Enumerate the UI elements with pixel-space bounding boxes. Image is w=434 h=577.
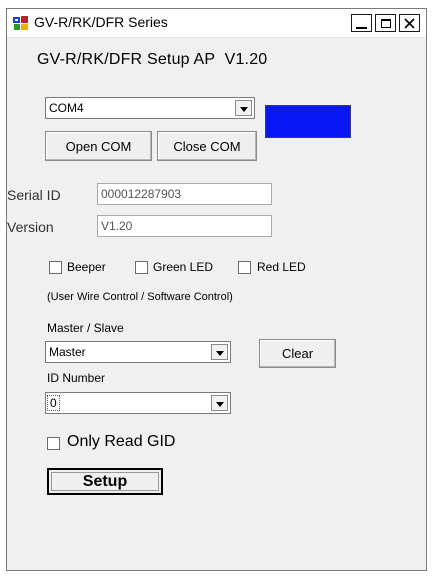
red-led-checkbox[interactable] [238, 261, 251, 274]
app-icon [13, 16, 28, 30]
title-bar[interactable]: GV-R/RK/DFR Series [7, 9, 426, 38]
green-led-label: Green LED [153, 260, 214, 274]
maximize-icon [380, 18, 391, 28]
window-title: GV-R/RK/DFR Series [34, 14, 168, 30]
beeper-checkbox[interactable] [49, 261, 62, 274]
only-read-gid-label: Only Read GID [67, 433, 176, 450]
version-field[interactable]: V1.20 [97, 215, 272, 237]
app-name: GV-R/RK/DFR Setup AP [37, 51, 216, 68]
serial-id-label: Serial ID [7, 187, 61, 203]
version-label: Version [7, 219, 54, 235]
setup-button[interactable]: Setup [47, 468, 163, 495]
maximize-button[interactable] [375, 14, 396, 32]
page-title: GV-R/RK/DFR Setup AP V1.20 [37, 51, 267, 69]
com-port-value: COM4 [49, 101, 84, 115]
app-window: GV-R/RK/DFR Series GV-R/RK/DFR Setup AP … [6, 8, 427, 571]
chevron-down-icon[interactable] [235, 100, 252, 116]
red-led-label: Red LED [257, 260, 306, 274]
master-slave-select[interactable]: Master [45, 341, 231, 363]
com-port-select[interactable]: COM4 [45, 97, 255, 119]
master-slave-value: Master [49, 345, 86, 359]
control-note: (User Wire Control / Software Control) [47, 291, 233, 303]
close-com-button[interactable]: Close COM [157, 131, 257, 161]
close-icon [404, 17, 415, 29]
close-button[interactable] [399, 14, 420, 32]
id-number-value: 0 [47, 395, 60, 411]
only-read-gid-checkbox[interactable] [47, 437, 60, 450]
open-com-button[interactable]: Open COM [45, 131, 152, 161]
beeper-label: Beeper [67, 260, 106, 274]
com-status-indicator [265, 105, 351, 138]
clear-button[interactable]: Clear [259, 339, 336, 368]
minimize-icon [356, 26, 367, 29]
app-version: V1.20 [224, 51, 268, 68]
setup-button-label: Setup [82, 472, 128, 490]
minimize-button[interactable] [351, 14, 372, 32]
chevron-down-icon[interactable] [211, 395, 228, 411]
id-number-select[interactable]: 0 [45, 392, 231, 414]
green-led-checkbox[interactable] [135, 261, 148, 274]
serial-id-field[interactable]: 000012287903 [97, 183, 272, 205]
chevron-down-icon[interactable] [211, 344, 228, 360]
id-number-label: ID Number [47, 371, 106, 385]
master-slave-label: Master / Slave [47, 321, 124, 335]
